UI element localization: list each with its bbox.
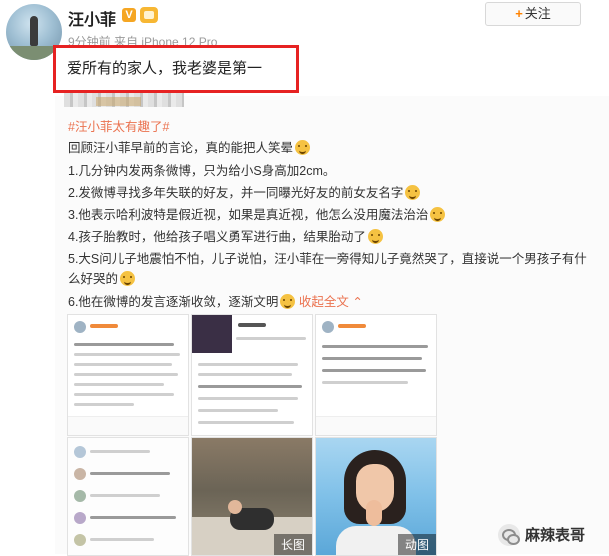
item-text: 2.发微博寻找多年失联的好友，并一同曝光好友的前女友名字 (68, 186, 404, 200)
item-text: 4.孩子胎教时，他给孩子唱义勇军进行曲，结果胎动了 (68, 230, 366, 244)
article-item-2: 2.发微博寻找多年失联的好友，并一同曝光好友的前女友名字 (68, 182, 421, 201)
item-text: 5.大S问儿子地震怕不怕，儿子说怕，汪小菲在一旁得知儿子竟然哭了，直接说一个男孩… (68, 252, 587, 266)
watermark: 麻辣表哥 (525, 527, 586, 544)
image-thumbnail-6[interactable]: 动图 (315, 437, 437, 556)
hashtag-link[interactable]: #汪小菲太有趣了# (68, 116, 169, 135)
follow-button[interactable]: + 关注 (485, 2, 581, 26)
plus-icon: + (515, 6, 523, 21)
article-item-3: 3.他表示哈利波特是假近视，如果是真近视，他怎么没用魔法治治 (68, 204, 446, 223)
image-thumbnail-5[interactable]: 长图 (191, 437, 313, 556)
long-image-tag: 长图 (273, 534, 312, 555)
wechat-icon (498, 524, 520, 546)
image-thumbnail-4[interactable] (67, 437, 189, 556)
article-item-4: 4.孩子胎教时，他给孩子唱义勇军进行曲，结果胎动了 (68, 226, 383, 245)
blurred-header-mark (96, 97, 141, 106)
item-text: 6.他在微博的发言逐渐收敛，逐渐文明 (68, 295, 279, 309)
image-thumbnail-2[interactable] (191, 314, 313, 436)
laugh-emoji-icon (295, 140, 311, 155)
article-item-5-cont: 么好哭的 (68, 268, 136, 287)
vip-badge-icon (140, 7, 158, 23)
item-text: 1.几分钟内发两条微博，只为给小S身高加2cm。 (68, 164, 336, 178)
article-item-5: 5.大S问儿子地震怕不怕，儿子说怕，汪小菲在一旁得知儿子竟然哭了，直接说一个男孩… (68, 248, 587, 267)
laugh-emoji-icon (405, 185, 421, 200)
article-item-6: 6.他在微博的发言逐渐收敛，逐渐文明 收起全文 ⌃ (68, 291, 363, 310)
laugh-emoji-icon (120, 271, 136, 286)
image-thumbnail-3[interactable] (315, 314, 437, 436)
username[interactable]: 汪小菲 (68, 6, 116, 30)
gif-tag: 动图 (397, 534, 436, 555)
verified-icon: V (122, 8, 136, 22)
item-text: 么好哭的 (68, 272, 119, 286)
item-text: 3.他表示哈利波特是假近视，如果是真近视，他怎么没用魔法治治 (68, 208, 429, 222)
article-item-1: 1.几分钟内发两条微博，只为给小S身高加2cm。 (68, 160, 335, 179)
post-caption: 爱所有的家人，我老婆是第一 (67, 60, 263, 77)
image-thumbnail-1[interactable] (67, 314, 189, 436)
intro-text: 回顾汪小菲早前的言论，真的能把人笑晕 (68, 141, 294, 155)
article-intro: 回顾汪小菲早前的言论，真的能把人笑晕 (68, 137, 311, 156)
hashtag-text[interactable]: #汪小菲太有趣了# (68, 120, 169, 134)
laugh-emoji-icon (430, 207, 446, 222)
collapse-link[interactable]: 收起全文 ⌃ (299, 295, 363, 309)
laugh-emoji-icon (280, 294, 296, 309)
laugh-emoji-icon (367, 229, 383, 244)
follow-label: 关注 (524, 6, 551, 21)
